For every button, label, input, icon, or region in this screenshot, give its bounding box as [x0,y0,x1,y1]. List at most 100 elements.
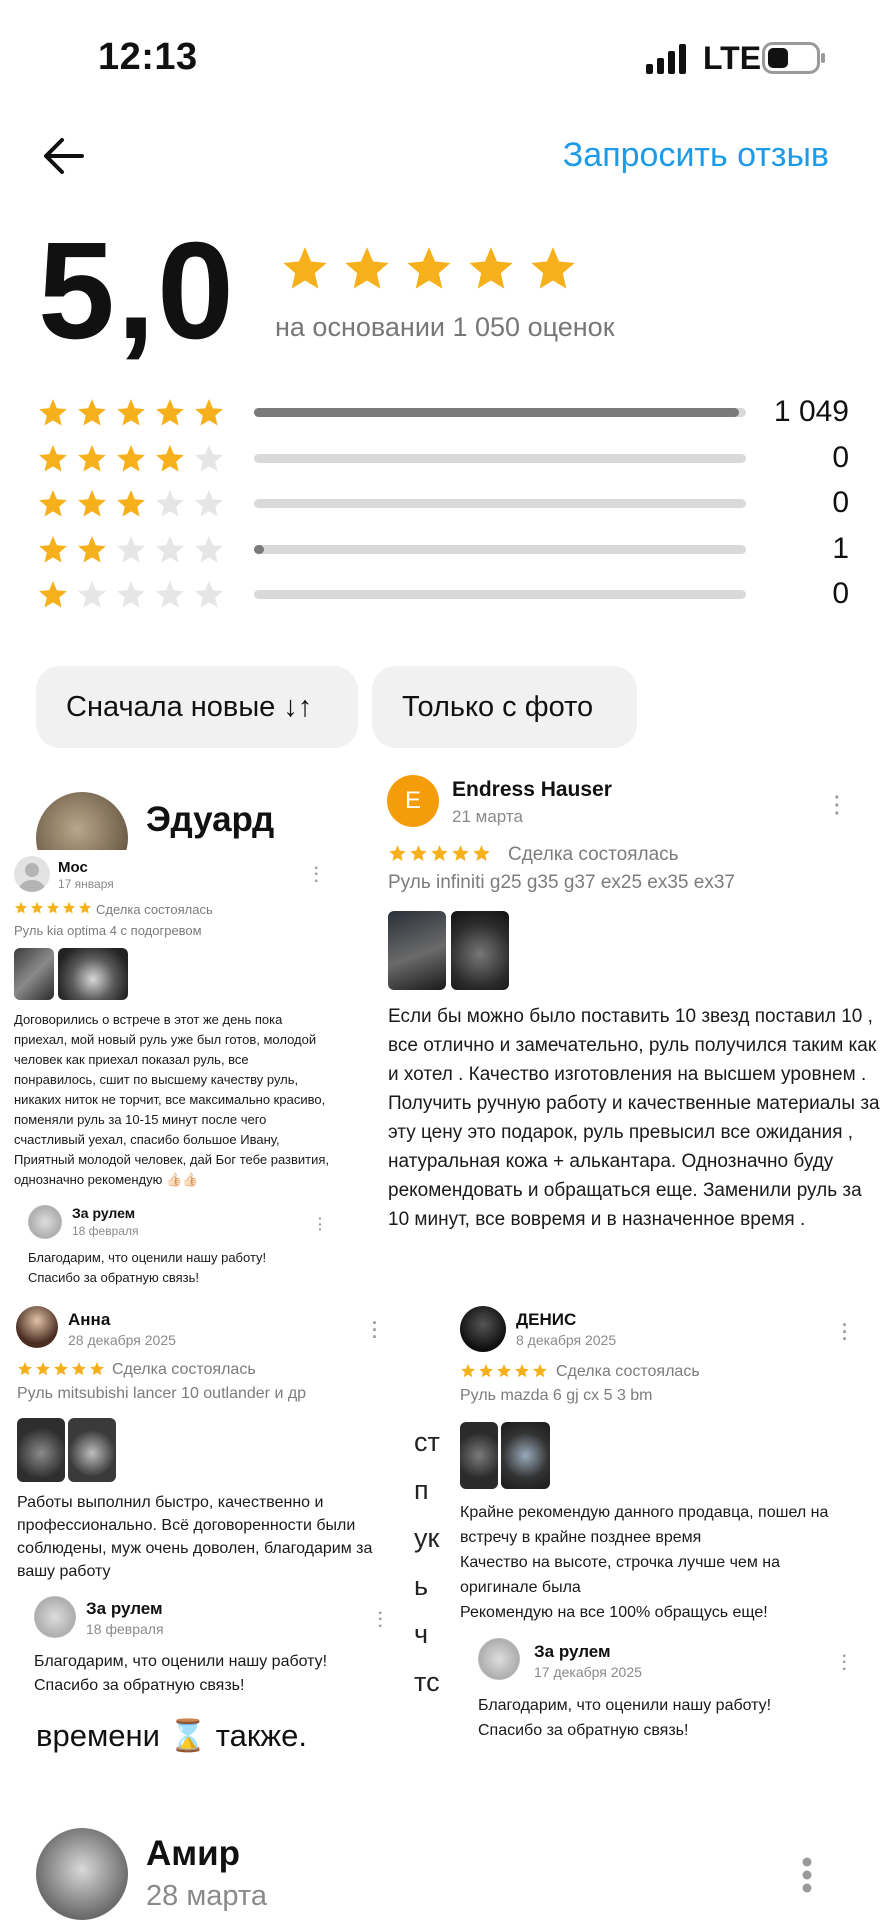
star-icon [72,1362,86,1376]
denis-item: Руль mazda 6 gj cx 5 3 bm [460,1387,653,1404]
star-icon [195,490,223,517]
fragment: ст [414,1427,440,1457]
zarulem-avatar [28,1205,62,1239]
star-icon [389,845,406,861]
star-icon [78,536,106,563]
request-review-link[interactable]: Запросить отзыв [563,136,829,175]
amir-avatar [36,1828,128,1920]
denis-reply-more-icon[interactable]: · · · [842,1648,847,1677]
star-icon [531,247,575,289]
star-icon [39,490,67,517]
denis-more-icon[interactable]: · · · [842,1316,848,1348]
rating-row-5[interactable]: 1 049 [37,393,849,433]
mos-photo-1[interactable] [14,948,54,1000]
zarulem-avatar [478,1638,520,1680]
star-icon [39,536,67,563]
star-icon [195,536,223,563]
rating-row-3[interactable]: 0 [37,484,849,524]
star-icon [117,445,145,472]
star-icon [156,536,184,563]
star-icon [156,399,184,426]
endress-more-icon[interactable]: · · · [834,788,841,824]
denis-name: ДЕНИС [516,1310,577,1329]
amir-name: Амир [146,1834,241,1873]
star-icon [407,247,451,289]
background-review-snippet: времени ⌛ также. [36,1718,308,1753]
anna-deal-status: Сделка состоялась [112,1361,256,1378]
rating-bar [254,590,746,599]
fragment: ук [414,1523,440,1553]
endress-review-text: Если бы можно было поставить 10 звезд по… [388,1006,880,1230]
star-icon [78,490,106,517]
denis-deal-status: Сделка состоялась [556,1363,700,1380]
star-icon [533,1364,547,1378]
star-icon [431,845,448,861]
rating-bar [254,408,746,417]
star-icon [195,399,223,426]
mos-deal-status: Сделка состоялась [96,902,213,917]
anna-photo-1[interactable] [17,1418,65,1482]
rating-row-1[interactable]: 0 [37,575,849,615]
rating-count: 0 [832,577,849,610]
endress-stars [388,844,491,868]
star-icon [36,1362,50,1376]
star-icon [46,901,60,914]
fragment: ь [414,1571,429,1601]
mos-more-icon[interactable]: · · · [314,860,319,889]
mos-stars [14,901,92,920]
rating-row-4[interactable]: 0 [37,439,849,479]
star-icon [195,581,223,608]
review-card-endress: E Endress Hauser 21 марта · · · Сделка сос… [374,766,884,1296]
mos-reply-name: За рулем [72,1205,136,1221]
anna-review-text: Работы выполнил быстро, качественно и пр… [17,1494,373,1580]
mos-reply-more-icon[interactable]: · · · [318,1211,323,1236]
review-card-denis: ДЕНИС 8 декабря 2025 · · · Сделка состояла… [450,1300,860,1750]
zarulem-avatar [34,1596,76,1638]
denis-date: 8 декабря 2025 [516,1332,617,1348]
star-icon [78,445,106,472]
rating-row-stars [37,488,225,525]
star-icon [156,445,184,472]
anna-reply-text: Благодарим, что оценили нашу работу! Спа… [34,1653,328,1694]
star-icon [30,901,44,914]
star-icon [78,901,92,914]
star-icon [39,399,67,426]
signal-icon [646,44,686,74]
star-icon [156,490,184,517]
rating-count: 1 049 [773,395,849,428]
anna-photo-2[interactable] [68,1418,116,1482]
star-icon [39,581,67,608]
mos-photo-2[interactable] [58,948,128,1000]
denis-photo-2[interactable] [501,1422,550,1489]
rating-row-stars [37,397,225,434]
rating-count: 0 [832,486,849,519]
rating-row-2[interactable]: 1 [37,530,849,570]
anna-reply-name: За рулем [86,1599,163,1618]
denis-stars [460,1363,548,1384]
star-icon [345,247,389,289]
denis-photo-1[interactable] [460,1422,498,1489]
star-icon [14,901,28,914]
rating-count: 0 [832,441,849,474]
endress-photo-1[interactable] [388,911,446,990]
amir-more-icon[interactable] [800,1856,814,1899]
star-icon [54,1362,68,1376]
rating-bar-fill [254,408,739,417]
sort-newest-chip[interactable]: Сначала новые ↓↑ [36,666,358,748]
endress-photo-2[interactable] [451,911,509,990]
star-icon [497,1364,511,1378]
mos-date: 17 января [58,877,114,891]
star-icon [461,1364,475,1378]
anna-stars [17,1361,105,1382]
anna-more-icon[interactable]: · · · [372,1314,378,1346]
mos-avatar [14,856,50,892]
endress-avatar: E [387,775,439,827]
star-icon [195,445,223,472]
star-icon [515,1364,529,1378]
back-arrow-icon[interactable] [42,134,86,178]
star-icon [117,581,145,608]
photo-only-chip[interactable]: Только с фото [372,666,637,748]
anna-name: Анна [68,1310,111,1329]
endress-date: 21 марта [452,807,523,826]
anna-reply-more-icon[interactable]: · · · [378,1605,383,1634]
